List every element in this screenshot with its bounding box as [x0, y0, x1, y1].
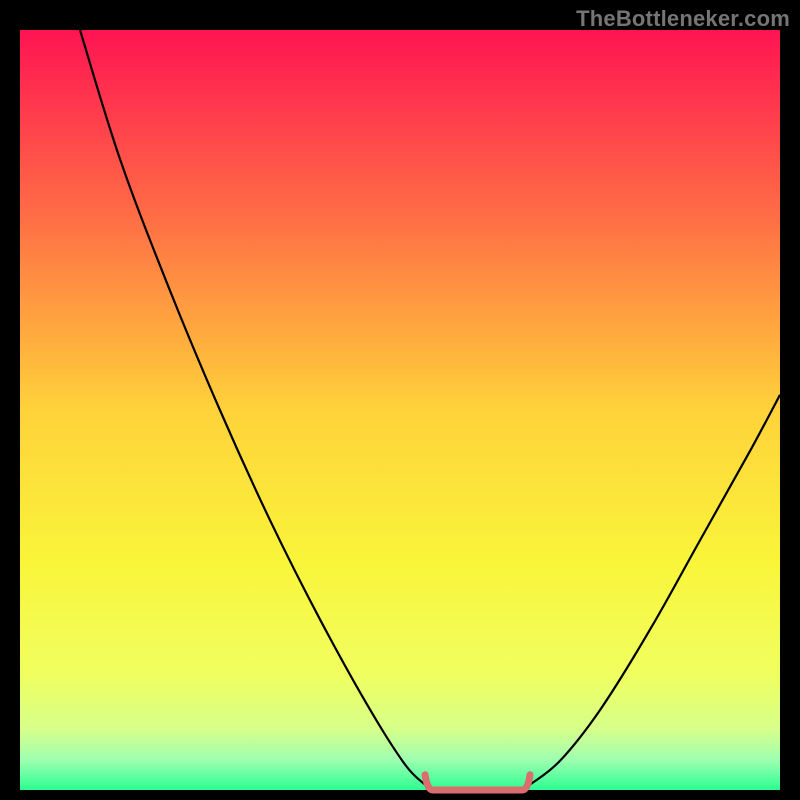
- chart-background: [20, 30, 780, 790]
- chart-frame: TheBottleneker.com: [0, 0, 800, 800]
- bottleneck-chart: [0, 0, 800, 800]
